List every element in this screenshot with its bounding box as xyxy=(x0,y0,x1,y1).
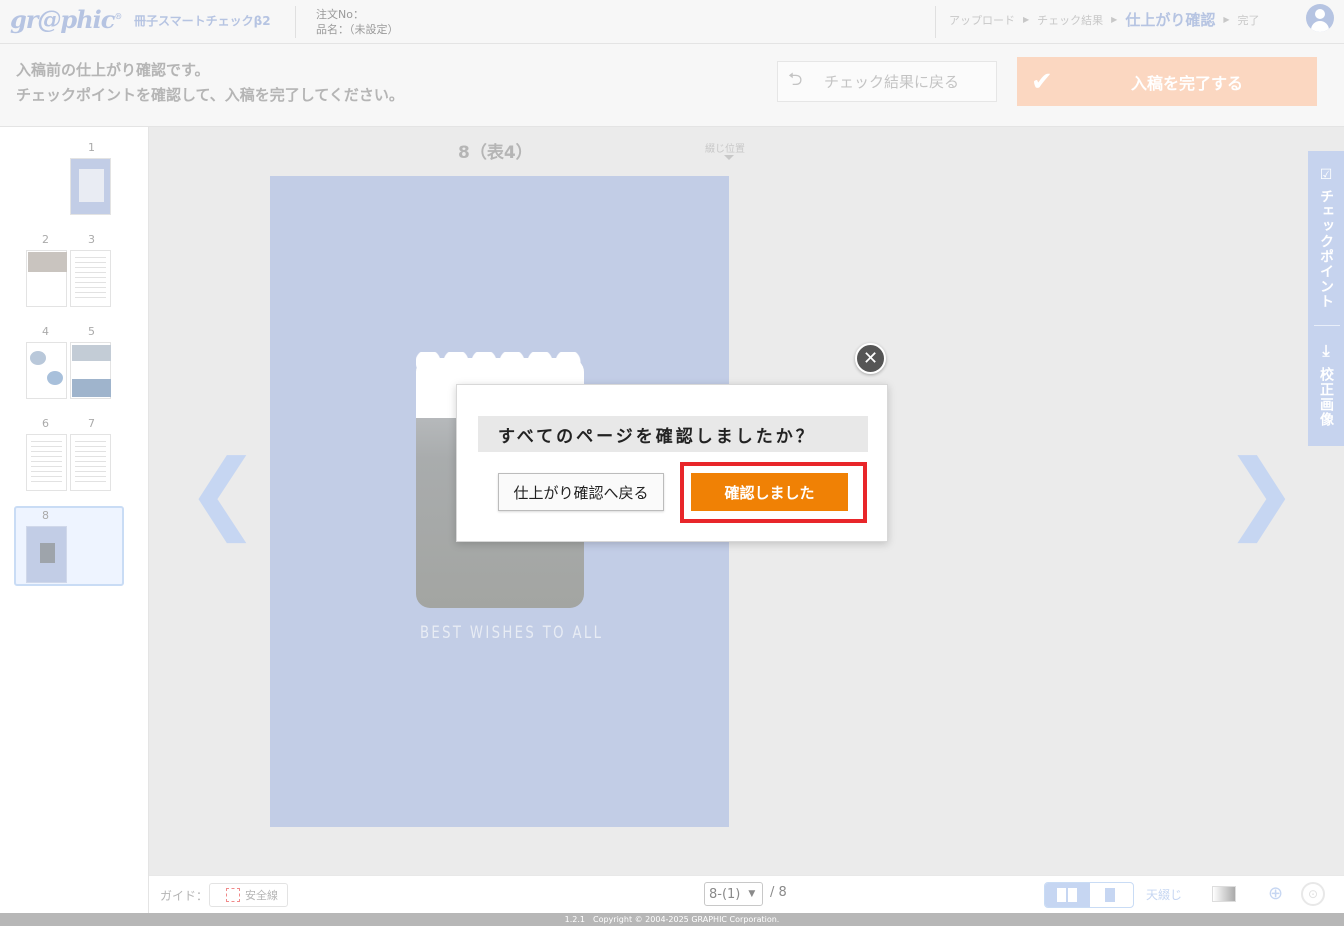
guide-label: ガイド： xyxy=(160,889,209,903)
instruction-text: 入稿前の仕上がり確認です。 チェックポイントを確認して、入稿を完了してください。 xyxy=(16,58,404,108)
thumb-label: 3 xyxy=(88,233,95,246)
thumbnail-photo xyxy=(79,169,104,202)
checkpoint-tab-label: チェックポイント xyxy=(1318,189,1334,309)
thumb-label: 6 xyxy=(42,417,49,430)
bottom-bar: ガイド： 安全線 8-(1) ▼ / 8 天綴じ ⊕ ⊙ xyxy=(149,875,1344,913)
page-select[interactable]: 8-(1) ▼ xyxy=(704,882,763,906)
thumb-label: 8 xyxy=(42,509,49,522)
steps-divider xyxy=(935,6,936,38)
confirm-dialog: すべてのページを確認しましたか？ 仕上がり確認へ戻る 確認しました xyxy=(456,384,888,542)
step-finish-check: 仕上がり確認 xyxy=(1125,11,1216,29)
order-number: 注文No： xyxy=(316,8,364,21)
step-upload: アップロード xyxy=(949,13,1015,27)
thumbnail-photo xyxy=(28,252,67,272)
progress-steps: アップロード ▶ チェック結果 ▶ 仕上がり確認 ▶ 完了 xyxy=(949,9,1259,30)
thumb-label: 1 xyxy=(88,141,95,154)
confirmed-button[interactable]: 確認しました xyxy=(691,473,848,511)
thumbnail-page-8[interactable] xyxy=(26,526,67,583)
dialog-question: すべてのページを確認しましたか？ xyxy=(478,416,868,452)
thumbnail-page-5[interactable] xyxy=(70,342,111,399)
side-tabs: ☑ チェックポイント ⤓ 校正画像 xyxy=(1308,151,1344,446)
dashed-square-icon xyxy=(226,888,240,902)
back-to-check-result-button[interactable]: ⮌ チェック結果に戻る xyxy=(777,61,997,102)
close-icon[interactable]: ✕ xyxy=(855,343,886,374)
thumbnail-photo xyxy=(30,351,46,365)
step-arrow-icon: ▶ xyxy=(1111,15,1118,24)
thumbnail-photo xyxy=(72,379,111,397)
thumbnail-text-lines xyxy=(75,257,106,300)
checkbox-icon: ☑ xyxy=(1319,167,1333,183)
step-arrow-icon: ▶ xyxy=(1023,15,1030,24)
thumbnail-panel: 1 2 3 4 5 6 7 8 xyxy=(0,127,149,913)
zoom-fit-icon[interactable]: ⊙ xyxy=(1301,882,1325,906)
thumbnail-page-1[interactable] xyxy=(70,158,111,215)
step-arrow-icon: ▶ xyxy=(1223,15,1230,24)
check-icon: ✔ xyxy=(1031,66,1053,97)
thumb-label: 7 xyxy=(88,417,95,430)
proof-image-tab[interactable]: ⤓ 校正画像 xyxy=(1308,341,1344,427)
toolbar: 入稿前の仕上がり確認です。 チェックポイントを確認して、入稿を完了してください。… xyxy=(0,44,1344,127)
binding-mode-button[interactable]: 天綴じ xyxy=(1146,886,1182,903)
next-page-arrow-icon[interactable]: ❯ xyxy=(1224,440,1298,543)
checkpoint-tab[interactable]: ☑ チェックポイント xyxy=(1308,167,1344,309)
return-arrow-icon: ⮌ xyxy=(788,68,803,90)
back-to-check-result-label: チェック結果に戻る xyxy=(824,73,960,91)
thumbnail-page-3[interactable] xyxy=(70,250,111,307)
user-account-icon[interactable] xyxy=(1306,4,1334,32)
thumbnail-photo xyxy=(47,371,63,385)
page-total: / 8 xyxy=(770,885,787,900)
page-select-value: 8-(1) xyxy=(709,886,741,902)
page-caption: BEST WISHES TO ALL xyxy=(420,623,604,643)
safety-line-label: 安全線 xyxy=(245,889,278,902)
header: gr@phic® 冊子スマートチェックβ2 注文No： 品名：（未設定） アップ… xyxy=(0,0,1344,44)
proof-image-tab-label: 校正画像 xyxy=(1318,367,1334,427)
thumbnail-page-2[interactable] xyxy=(26,250,67,307)
thumb-label: 5 xyxy=(88,325,95,338)
binding-position-label: 綴じ位置 xyxy=(705,144,745,155)
spread-view-icon[interactable] xyxy=(1045,883,1090,907)
thumbnail-page-4[interactable] xyxy=(26,342,67,399)
view-mode-toggle[interactable] xyxy=(1044,882,1134,908)
instruction-line-2: チェックポイントを確認して、入稿を完了してください。 xyxy=(16,86,404,104)
prev-page-arrow-icon[interactable]: ❮ xyxy=(186,440,260,543)
header-divider xyxy=(295,6,296,38)
step-complete: 完了 xyxy=(1237,13,1260,27)
footer-copyright: 1.2.1 Copyright © 2004-2025 GRAPHIC Corp… xyxy=(0,913,1344,926)
product-name: 品名：（未設定） xyxy=(316,23,399,36)
graphic-logo[interactable]: gr@phic® xyxy=(10,5,122,34)
background-gradient-icon[interactable] xyxy=(1212,886,1236,902)
thumbnail-text-lines xyxy=(31,441,62,484)
step-check-result: チェック結果 xyxy=(1037,13,1104,27)
thumbnail-page-6[interactable] xyxy=(26,434,67,491)
complete-submission-button[interactable]: ✔ 入稿を完了する xyxy=(1017,57,1317,106)
thumb-label: 2 xyxy=(42,233,49,246)
thumbnail-photo xyxy=(72,345,111,361)
thumbnail-text-lines xyxy=(75,441,106,484)
safety-line-toggle[interactable]: 安全線 xyxy=(209,883,288,907)
complete-submission-label: 入稿を完了する xyxy=(1131,73,1244,93)
chevron-down-icon: ▼ xyxy=(748,889,756,899)
thumb-label: 4 xyxy=(42,325,49,338)
download-icon: ⤓ xyxy=(1322,341,1330,360)
thumbnail-page-7[interactable] xyxy=(70,434,111,491)
zoom-in-icon[interactable]: ⊕ xyxy=(1268,883,1283,904)
thumbnail-photo xyxy=(40,543,55,563)
app-name: 冊子スマートチェックβ2 xyxy=(134,14,271,28)
binding-marker-icon xyxy=(724,155,734,160)
back-to-finish-check-button[interactable]: 仕上がり確認へ戻る xyxy=(498,473,664,511)
page-title: 8（表4） xyxy=(458,143,533,163)
side-tab-divider xyxy=(1314,325,1340,326)
order-info: 注文No： 品名：（未設定） xyxy=(316,7,399,37)
instruction-line-1: 入稿前の仕上がり確認です。 xyxy=(16,61,210,79)
